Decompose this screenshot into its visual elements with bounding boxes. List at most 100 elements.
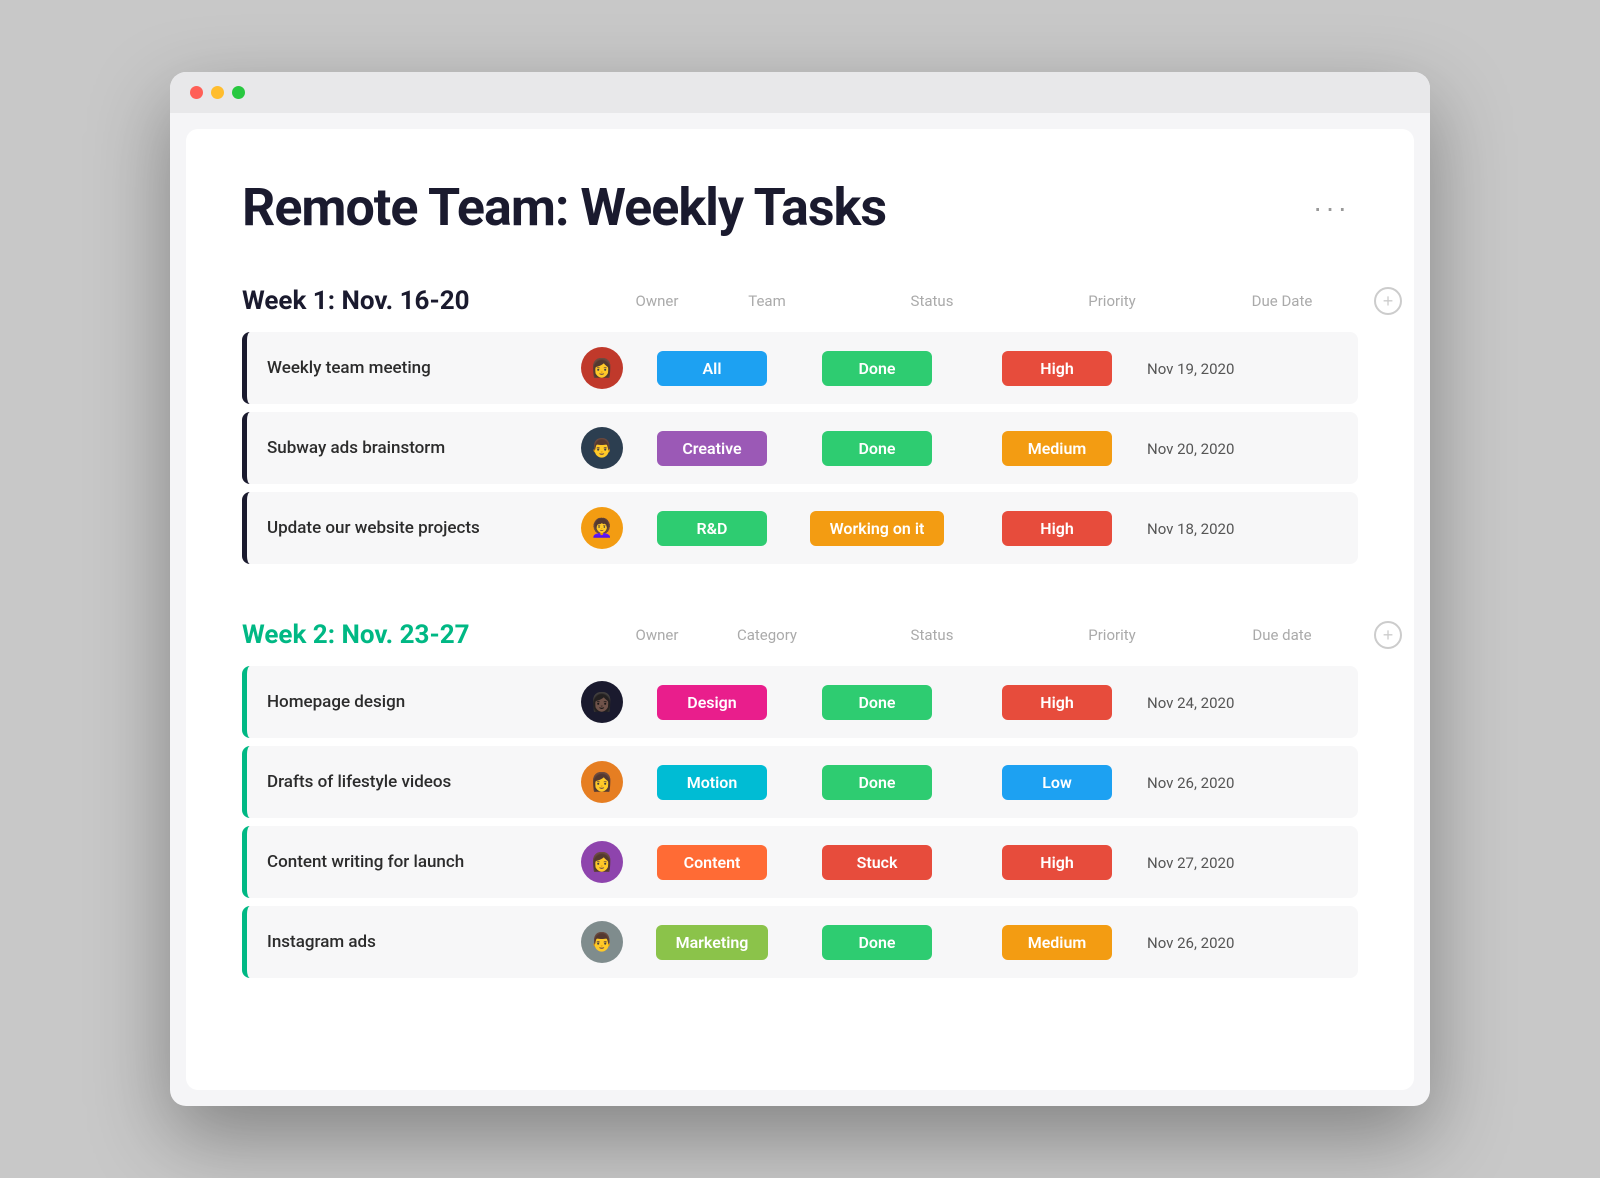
status-badge: Done (822, 765, 932, 800)
team-cell: R&D (637, 511, 787, 546)
week1-title: Week 1: Nov. 16-20 (242, 286, 562, 316)
status-cell: Done (787, 925, 967, 960)
page-header: Remote Team: Weekly Tasks ··· (242, 177, 1358, 238)
category-badge: Motion (657, 765, 767, 800)
avatar: 👩 (581, 841, 623, 883)
status-cell: Stuck (787, 845, 967, 880)
task-name: Drafts of lifestyle videos (247, 772, 567, 792)
week1-col-headers: Owner Team Status Priority Due Date + (562, 287, 1402, 315)
date-cell: Nov 26, 2020 (1147, 773, 1307, 792)
week2-section: Week 2: Nov. 23-27 Owner Category Status… (242, 620, 1358, 986)
week2-add-button[interactable]: + (1374, 621, 1402, 649)
table-row: Content writing for launch 👩 Content Stu… (242, 826, 1358, 898)
titlebar (170, 72, 1430, 113)
priority-cell: Medium (967, 431, 1147, 466)
task-cells: 👩 Content Stuck High Nov 27, 2020 (567, 841, 1358, 883)
table-row: Instagram ads 👨 Marketing Done Medium (242, 906, 1358, 978)
avatar: 👨 (581, 427, 623, 469)
due-date: Nov 26, 2020 (1147, 934, 1234, 952)
task-name: Content writing for launch (247, 852, 567, 872)
week2-col-date: Due date (1202, 626, 1362, 644)
priority-badge: Medium (1002, 925, 1112, 960)
status-cell: Working on it (787, 511, 967, 546)
category-badge: Design (657, 685, 767, 720)
task-name: Instagram ads (247, 932, 567, 952)
date-cell: Nov 24, 2020 (1147, 693, 1307, 712)
owner-cell: 👩 (567, 347, 637, 389)
category-cell: Marketing (637, 925, 787, 960)
date-cell: Nov 19, 2020 (1147, 359, 1307, 378)
category-cell: Design (637, 685, 787, 720)
owner-cell: 👩 (567, 761, 637, 803)
avatar: 👩 (581, 761, 623, 803)
table-row: Update our website projects 👩‍🦱 R&D Work… (242, 492, 1358, 564)
status-badge: Working on it (810, 511, 945, 546)
week1-tasks: Weekly team meeting 👩 All Done High (242, 332, 1358, 572)
status-cell: Done (787, 685, 967, 720)
priority-cell: Medium (967, 925, 1147, 960)
app-window: Remote Team: Weekly Tasks ··· Week 1: No… (170, 72, 1430, 1106)
task-cells: 👨 Creative Done Medium Nov 20, 2020 (567, 427, 1358, 469)
week2-col-add: + (1362, 621, 1402, 649)
week2-header: Week 2: Nov. 23-27 Owner Category Status… (242, 620, 1358, 650)
due-date: Nov 24, 2020 (1147, 694, 1234, 712)
priority-badge: High (1002, 845, 1112, 880)
status-badge: Done (822, 431, 932, 466)
priority-badge: Medium (1002, 431, 1112, 466)
owner-cell: 👩🏿 (567, 681, 637, 723)
task-cells: 👨 Marketing Done Medium Nov 26, 2020 (567, 921, 1358, 963)
week1-add-button[interactable]: + (1374, 287, 1402, 315)
priority-cell: High (967, 511, 1147, 546)
due-date: Nov 19, 2020 (1147, 360, 1234, 378)
category-badge: Content (657, 845, 767, 880)
priority-cell: High (967, 685, 1147, 720)
close-dot[interactable] (190, 86, 203, 99)
status-cell: Done (787, 351, 967, 386)
owner-cell: 👨 (567, 427, 637, 469)
week1-col-owner: Owner (622, 292, 692, 310)
task-name: Subway ads brainstorm (247, 438, 567, 458)
status-badge: Stuck (822, 845, 932, 880)
team-cell: Creative (637, 431, 787, 466)
week2-col-category: Category (692, 626, 842, 644)
team-cell: All (637, 351, 787, 386)
status-cell: Done (787, 431, 967, 466)
category-cell: Content (637, 845, 787, 880)
team-badge: R&D (657, 511, 767, 546)
priority-badge: High (1002, 511, 1112, 546)
date-cell: Nov 27, 2020 (1147, 853, 1307, 872)
due-date: Nov 18, 2020 (1147, 520, 1234, 538)
week2-tasks: Homepage design 👩🏿 Design Done High (242, 666, 1358, 986)
due-date: Nov 26, 2020 (1147, 774, 1234, 792)
avatar: 👩 (581, 347, 623, 389)
date-cell: Nov 20, 2020 (1147, 439, 1307, 458)
maximize-dot[interactable] (232, 86, 245, 99)
status-badge: Done (822, 925, 932, 960)
week1-col-add: + (1362, 287, 1402, 315)
more-options-button[interactable]: ··· (1305, 188, 1358, 228)
week2-col-headers: Owner Category Status Priority Due date … (562, 621, 1402, 649)
table-row: Subway ads brainstorm 👨 Creative Done Me… (242, 412, 1358, 484)
table-row: Weekly team meeting 👩 All Done High (242, 332, 1358, 404)
priority-badge: High (1002, 351, 1112, 386)
avatar: 👨 (581, 921, 623, 963)
task-cells: 👩‍🦱 R&D Working on it High Nov 18, 202 (567, 507, 1358, 549)
owner-cell: 👨 (567, 921, 637, 963)
priority-badge: High (1002, 685, 1112, 720)
date-cell: Nov 26, 2020 (1147, 933, 1307, 952)
minimize-dot[interactable] (211, 86, 224, 99)
owner-cell: 👩 (567, 841, 637, 883)
priority-cell: High (967, 845, 1147, 880)
week1-col-priority: Priority (1022, 292, 1202, 310)
due-date: Nov 27, 2020 (1147, 854, 1234, 872)
week1-col-status: Status (842, 292, 1022, 310)
task-cells: 👩 All Done High Nov 19, 2020 (567, 347, 1358, 389)
week2-title: Week 2: Nov. 23-27 (242, 620, 562, 650)
table-row: Drafts of lifestyle videos 👩 Motion Done (242, 746, 1358, 818)
task-name: Update our website projects (247, 518, 567, 538)
task-name: Weekly team meeting (247, 358, 567, 378)
priority-badge: Low (1002, 765, 1112, 800)
status-cell: Done (787, 765, 967, 800)
week1-col-date: Due Date (1202, 292, 1362, 310)
main-content: Remote Team: Weekly Tasks ··· Week 1: No… (186, 129, 1414, 1090)
